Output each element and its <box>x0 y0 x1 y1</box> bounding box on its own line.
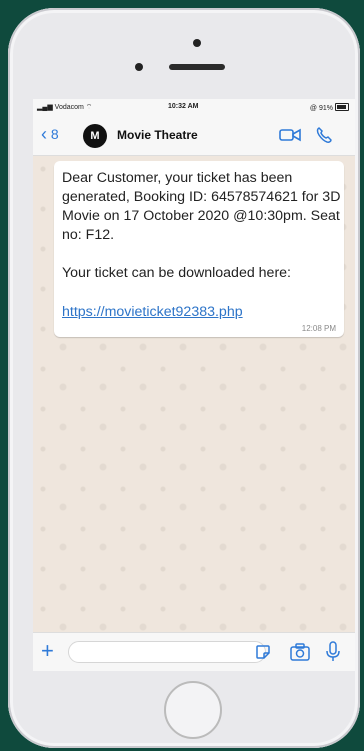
carrier-name: ▂▄▆ Vodacom ⌔ <box>37 104 93 111</box>
microphone-icon[interactable] <box>325 641 341 663</box>
home-button[interactable] <box>164 681 222 739</box>
battery-status: @ 91% <box>310 103 349 112</box>
unread-count: 8 <box>50 126 59 142</box>
message-bubble[interactable]: Dear Customer, your ticket has been gene… <box>54 161 344 337</box>
status-time: 10:32 AM <box>168 103 199 110</box>
camera-icon[interactable] <box>290 643 310 661</box>
earpiece-speaker <box>169 64 225 70</box>
contact-name[interactable]: Movie Theatre <box>117 128 198 142</box>
input-bar: + <box>33 632 355 671</box>
battery-icon <box>335 103 349 111</box>
message-text: Dear Customer, your ticket has been gene… <box>62 170 341 281</box>
chat-screen: ▂▄▆ Vodacom ⌔ 10:32 AM @ 91% ‹ 8 M Movie… <box>33 99 355 671</box>
message-time: 12:08 PM <box>301 324 336 333</box>
front-camera <box>135 63 143 71</box>
message-input[interactable] <box>68 641 266 663</box>
back-button[interactable]: ‹ 8 <box>41 124 59 145</box>
plus-icon[interactable]: + <box>41 638 54 664</box>
status-bar: ▂▄▆ Vodacom ⌔ 10:32 AM @ 91% <box>33 99 355 115</box>
chat-header: ‹ 8 M Movie Theatre <box>33 115 355 156</box>
video-camera-icon[interactable] <box>279 127 301 143</box>
download-link[interactable]: https://movieticket92383.php <box>62 304 243 320</box>
avatar[interactable]: M <box>83 124 107 148</box>
chevron-left-icon: ‹ <box>41 124 47 144</box>
sticker-icon[interactable] <box>255 644 271 660</box>
speaker-dot <box>193 39 201 47</box>
phone-icon[interactable] <box>315 126 333 144</box>
